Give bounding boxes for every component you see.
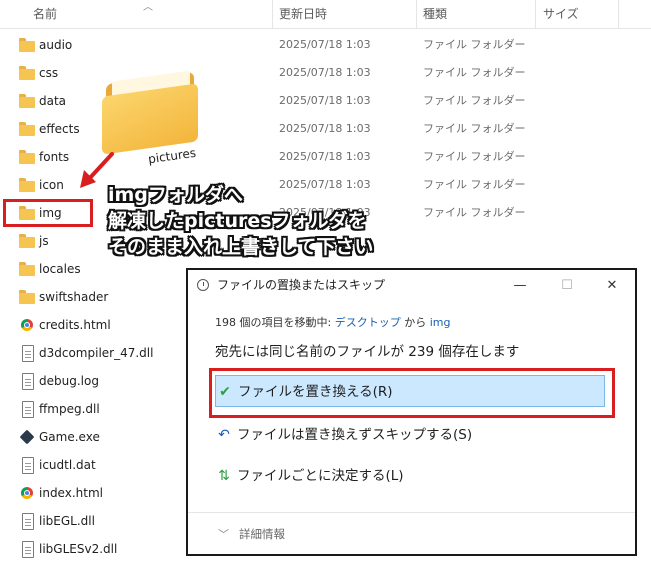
column-header-bar: ︿ 名前 更新日時 種類 サイズ [0,0,651,29]
column-header-size[interactable]: サイズ [543,0,579,28]
pictures-folder-illustration [102,70,200,155]
folder-icon [19,93,35,109]
file-name: locales [39,262,81,276]
file-type: ファイル フォルダー [423,206,526,219]
file-name: libGLESv2.dll [39,542,118,556]
decide-each-label: ファイルごとに決定する(L) [237,468,404,484]
file-name: css [39,66,59,80]
dll-file-icon [19,345,35,362]
file-date: 2025/07/18 1:03 [279,66,371,79]
details-toggle[interactable]: 詳細情報 [239,513,285,555]
destination-link[interactable]: img [430,316,451,329]
replace-option-highlight [209,368,615,418]
file-icon [19,457,35,474]
replace-or-skip-dialog: ファイルの置換またはスキップ — ☐ ✕ 198 個の項目を移動中: デスクトッ… [186,268,637,556]
folder-icon [19,121,35,137]
conflict-message: 宛先には同じ名前のファイルが 239 個存在します [215,344,520,360]
folder-icon [19,289,35,305]
folder-icon [19,261,35,277]
file-name: data [39,94,67,108]
file-name: ffmpeg.dll [39,402,100,416]
column-divider[interactable] [416,0,417,28]
clock-icon [197,279,209,291]
file-type: ファイル フォルダー [423,178,526,191]
folder-icon [19,65,35,81]
column-header-type[interactable]: 種類 [423,0,447,28]
file-row[interactable]: data 2025/07/18 1:03 ファイル フォルダー [0,87,651,115]
dll-file-icon [19,401,35,418]
swap-arrows-icon: ⇅ [218,468,230,484]
file-type: ファイル フォルダー [423,38,526,51]
folder-icon [19,37,35,53]
folder-icon [19,233,35,249]
chrome-icon [19,317,35,333]
file-type: ファイル フォルダー [423,94,526,107]
move-status-line: 198 個の項目を移動中: デスクトップ から img [215,314,450,330]
file-type: ファイル フォルダー [423,150,526,163]
maximize-button[interactable]: ☐ [544,270,590,301]
close-button[interactable]: ✕ [589,270,635,301]
undo-arrow-icon: ↶ [218,427,230,443]
dialog-title-bar[interactable]: ファイルの置換またはスキップ — ☐ ✕ [188,270,635,301]
chevron-down-icon[interactable]: ﹀ [218,526,229,542]
file-name: js [39,234,49,248]
file-row[interactable]: css 2025/07/18 1:03 ファイル フォルダー [0,59,651,87]
file-name: credits.html [39,318,111,332]
file-name: Game.exe [39,430,100,444]
file-name: effects [39,122,80,136]
file-date: 2025/07/18 1:03 [279,178,371,191]
file-date: 2025/07/18 1:03 [279,94,371,107]
text-file-icon [19,373,35,390]
source-link[interactable]: デスクトップ [335,316,401,329]
annotation-line-2: 解凍したpicturesフォルダを [108,210,367,232]
file-type: ファイル フォルダー [423,122,526,135]
column-divider[interactable] [272,0,273,28]
annotation-line-3: そのまま入れ上書きして下さい [108,236,374,258]
skip-files-option[interactable]: ↶ ファイルは置き換えずスキップする(S) [215,419,605,451]
chrome-icon [19,485,35,501]
decide-each-option[interactable]: ⇅ ファイルごとに決定する(L) [215,460,605,492]
dialog-title: ファイルの置換またはスキップ [217,278,386,292]
folder-icon [19,177,35,193]
folder-icon [19,149,35,165]
file-name: swiftshader [39,290,109,304]
annotation-line-1: imgフォルダへ [108,184,243,206]
column-divider[interactable] [535,0,536,28]
dll-file-icon [19,541,35,558]
img-folder-highlight [3,199,93,227]
sort-caret-icon: ︿ [143,2,153,13]
file-name: index.html [39,486,103,500]
from-text: から [404,316,427,329]
file-date: 2025/07/18 1:03 [279,122,371,135]
file-name: icudtl.dat [39,458,96,472]
column-header-date[interactable]: 更新日時 [279,0,327,28]
file-date: 2025/07/18 1:03 [279,38,371,51]
column-divider[interactable] [618,0,619,28]
file-type: ファイル フォルダー [423,66,526,79]
skip-files-label: ファイルは置き換えずスキップする(S) [237,427,473,443]
move-count-text: 198 個の項目を移動中: [215,316,332,329]
file-name: icon [39,178,64,192]
file-name: audio [39,38,73,52]
dialog-footer: ﹀ 詳細情報 [188,512,635,555]
file-name: fonts [39,150,70,164]
file-date: 2025/07/18 1:03 [279,150,371,163]
file-name: debug.log [39,374,99,388]
file-row[interactable]: effects 2025/07/18 1:03 ファイル フォルダー [0,115,651,143]
dll-file-icon [19,513,35,530]
column-header-name[interactable]: 名前 [33,0,57,28]
minimize-button[interactable]: — [497,270,543,301]
file-name: libEGL.dll [39,514,95,528]
game-icon [19,429,35,445]
file-row[interactable]: audio 2025/07/18 1:03 ファイル フォルダー [0,31,651,59]
file-name: d3dcompiler_47.dll [39,346,154,360]
